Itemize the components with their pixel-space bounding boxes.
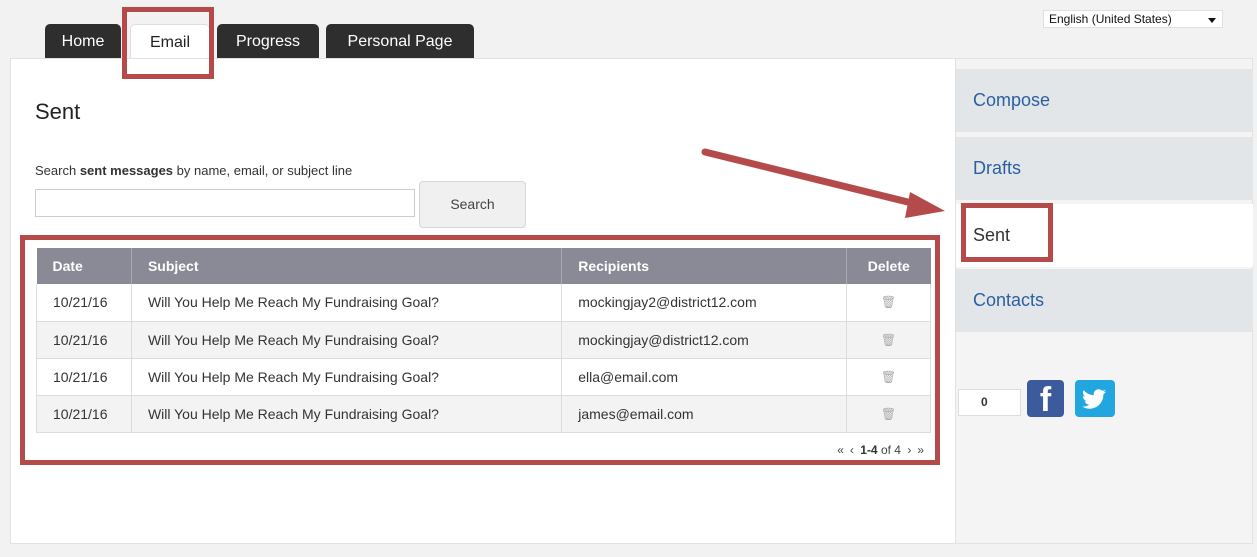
annotation-arrow: [701, 148, 945, 218]
